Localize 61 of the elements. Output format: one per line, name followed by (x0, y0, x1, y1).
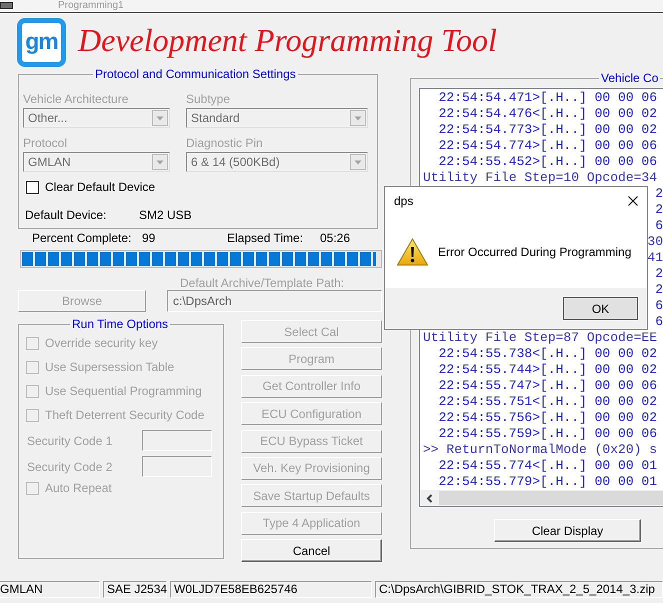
ok-button[interactable]: OK (563, 297, 638, 320)
group-title: Run Time Options (71, 317, 170, 331)
log-line: 41 (647, 250, 663, 266)
log-line: Utility File Step=87 Opcode=EE (423, 330, 658, 346)
dropdown-label: Subtype (186, 92, 230, 106)
log-line: 30 (647, 234, 663, 250)
warning-icon (397, 238, 428, 266)
log-line: 2 (655, 202, 663, 218)
dialog-title: dps (394, 194, 414, 208)
group-title: Protocol and Communication Settings (94, 67, 297, 81)
dialog-message: Error Occurred During Programming (438, 244, 632, 258)
default-device-value: SM2 USB (139, 208, 192, 222)
field-label: Security Code 2 (27, 460, 114, 474)
status-panel: GMLAN (0, 581, 100, 598)
log-line: 22:54:54.476<[.H..] 00 00 02 (438, 106, 658, 122)
default-device-label: Default Device: (25, 208, 108, 222)
log-line: 22:54:54.774>[.H..] 00 00 06 (438, 138, 658, 154)
percent-value: 99 (142, 231, 156, 245)
app-title: Development Programming Tool (78, 21, 497, 59)
close-icon[interactable] (628, 196, 638, 206)
log-line: 2 (655, 266, 663, 282)
log-line: 6 (655, 218, 663, 234)
clear-display-button[interactable]: Clear Display (494, 519, 641, 542)
group-title: Vehicle Co (600, 71, 660, 85)
log-line: 22:54:55.751<[.H..] 00 00 02 (438, 394, 658, 410)
log-line: 22:54:55.747>[.H..] 00 00 06 (438, 378, 658, 394)
log-line: 22:54:55.738<[.H..] 00 00 02 (438, 346, 658, 362)
gm-logo: gm (17, 18, 66, 67)
log-line: >> ReturnToNormalMode (0x20) s (423, 442, 658, 458)
status-panel: C:\DpsArch\GIBRID_STOK_TRAX_2_5_2014_3.zip (375, 581, 663, 598)
field-label: Security Code 1 (27, 434, 114, 448)
log-line: 2 (655, 282, 663, 298)
checkbox[interactable] (26, 180, 39, 194)
percent-label: Percent Complete: (32, 231, 132, 245)
log-line: 22:54:55.452>[.H..] 00 00 06 (438, 154, 658, 170)
elapsed-value: 05:26 (320, 231, 350, 245)
log-line: 22:54:55.759>[.H..] 00 00 06 (438, 426, 658, 442)
log-line: 6 (655, 298, 663, 314)
elapsed-label: Elapsed Time: (227, 231, 304, 245)
status-panel: W0LJD7E58EB625746 (170, 581, 372, 598)
path-label: Default Archive/Template Path: (180, 276, 344, 290)
log-line: 2 (655, 186, 663, 202)
log-line: 22:54:55.744>[.H..] 00 00 02 (438, 362, 658, 378)
log-line: 22:54:55.779>[.H..] 00 00 01 (438, 474, 658, 490)
dropdown-label: Protocol (23, 136, 68, 150)
log-line: 22:54:55.774<[.H..] 00 00 01 (438, 458, 658, 474)
dropdown-label: Diagnostic Pin (186, 136, 263, 150)
log-line: Utility File Step=10 Opcode=34 (423, 170, 658, 186)
log-line: 22:54:54.471>[.H..] 00 00 06 (438, 90, 658, 106)
action-button[interactable]: Cancel (241, 539, 382, 562)
horizontal-scrollbar[interactable] (420, 490, 663, 506)
window-title: Programming1 (58, 0, 124, 12)
log-line: 22:54:54.773>[.H..] 00 00 02 (438, 122, 658, 138)
checkbox-label[interactable]: Clear Default Device (45, 180, 156, 194)
status-panel: SAE J2534 (103, 581, 167, 598)
app-icon (0, 2, 13, 9)
dropdown-label: Vehicle Architecture (23, 92, 128, 106)
scroll-left-icon[interactable] (426, 494, 433, 502)
log-line: 6 (655, 314, 663, 330)
log-line: 22:54:55.756>[.H..] 00 00 02 (438, 410, 658, 426)
scrollbar-thumb[interactable] (439, 491, 663, 505)
